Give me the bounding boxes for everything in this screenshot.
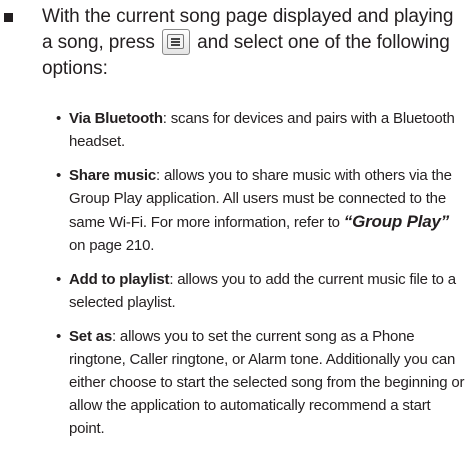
options-list: • Via Bluetooth: scans for devices and p… — [56, 107, 466, 451]
option-add-to-playlist: • Add to playlist: allows you to add the… — [56, 268, 466, 314]
option-term: Add to playlist — [69, 271, 170, 288]
option-via-bluetooth: • Via Bluetooth: scans for devices and p… — [56, 107, 466, 153]
menu-key-icon — [161, 28, 190, 55]
option-share-music: • Share music: allows you to share music… — [56, 164, 466, 257]
option-term: Set as — [69, 328, 112, 345]
option-description: : allows you to set the current song as … — [69, 328, 465, 437]
option-term: Share music — [69, 167, 157, 184]
option-set-as: • Set as: allows you to set the current … — [56, 325, 466, 440]
square-bullet-icon — [4, 13, 13, 22]
cross-reference: “Group Play” — [343, 212, 450, 231]
bullet-icon: • — [56, 167, 62, 184]
instruction-text: With the current song page displayed and… — [42, 4, 464, 82]
option-term: Via Bluetooth — [69, 110, 163, 127]
bullet-icon: • — [56, 110, 62, 127]
option-description-tail: on page 210. — [69, 237, 155, 254]
manual-page: With the current song page displayed and… — [0, 0, 470, 442]
bullet-icon: • — [56, 328, 62, 345]
bullet-icon: • — [56, 271, 62, 288]
